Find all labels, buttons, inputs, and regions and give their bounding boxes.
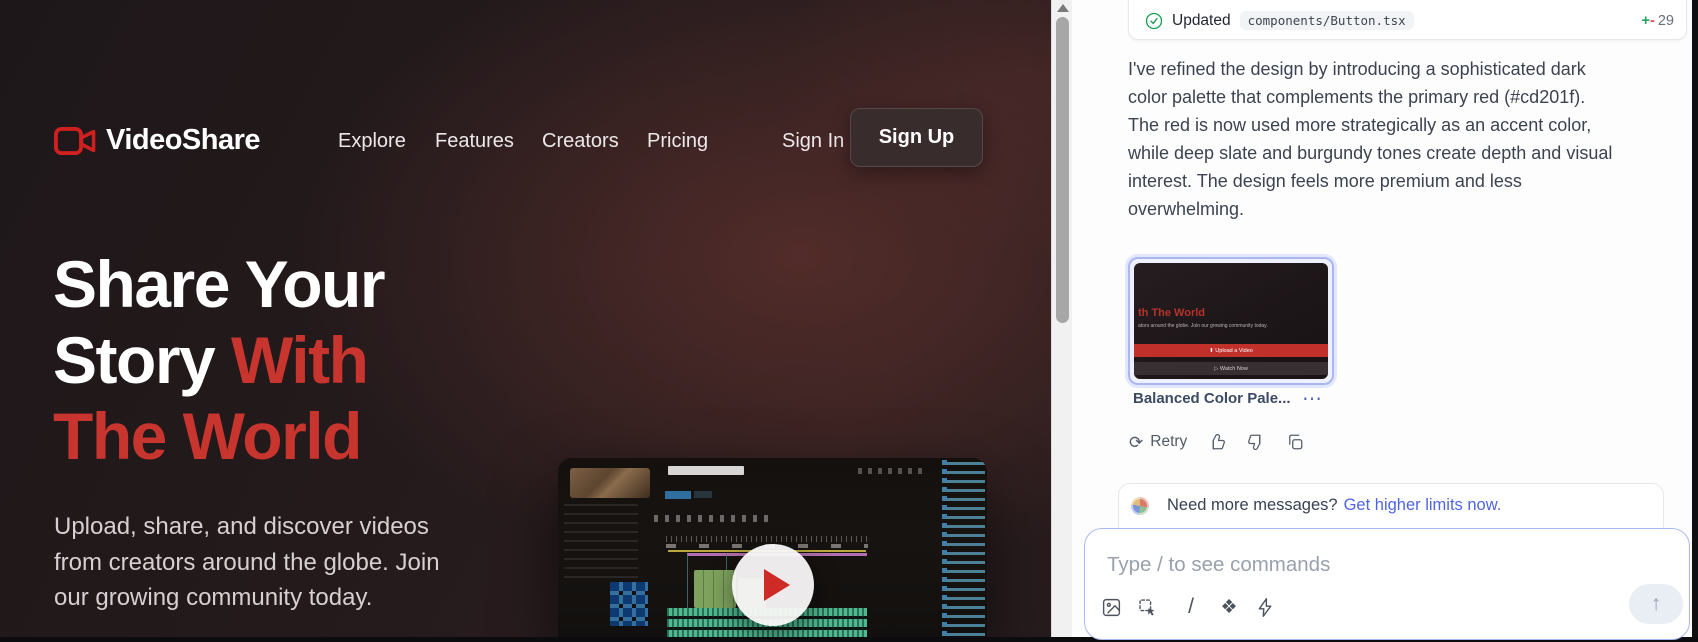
hero-line2-accent: With <box>231 323 367 397</box>
retry-label: Retry <box>1150 433 1187 451</box>
editor-timeline-ruler <box>666 536 868 542</box>
retry-button[interactable]: ⟳ Retry <box>1129 433 1187 451</box>
chat-input[interactable] <box>1107 549 1627 581</box>
image-icon <box>1101 597 1122 618</box>
sign-up-button[interactable]: Sign Up <box>850 108 983 167</box>
editor-icon-grid <box>610 582 648 626</box>
attach-image-button[interactable] <box>1099 597 1123 618</box>
mini-hero-heading: th The World <box>1138 307 1205 319</box>
chat-panel: Updated components/Button.tsx +-29 I've … <box>1072 0 1698 642</box>
status-label: Updated <box>1172 12 1231 30</box>
message-line: color palette that complements the prima… <box>1128 83 1698 111</box>
scrollbar-thumb[interactable] <box>1056 17 1069 323</box>
copy-button[interactable] <box>1286 433 1304 451</box>
hero-line1: Share Your <box>53 247 384 321</box>
editor-blue-buttons <box>665 491 691 499</box>
thumbs-up-icon <box>1208 433 1226 451</box>
mini-watch-button: ▷ Watch Now <box>1134 362 1328 375</box>
hero-tagline: Upload, share, and discover videos from … <box>54 509 440 616</box>
select-element-button[interactable] <box>1135 597 1159 618</box>
check-circle-icon <box>1145 12 1163 30</box>
editor-video-clips <box>694 570 736 608</box>
message-actions: ⟳ Retry <box>1129 433 1304 451</box>
message-line: I've refined the design by introducing a… <box>1128 55 1698 83</box>
play-button[interactable] <box>732 544 814 626</box>
file-update-row: Updated components/Button.tsx +-29 <box>1145 11 1674 30</box>
video-camera-icon <box>54 126 96 156</box>
tagline-line: from creators around the globe. Join <box>54 545 440 581</box>
diff-minus: - <box>1650 13 1655 29</box>
editor-source-thumbnail <box>570 468 650 498</box>
message-line: while deep slate and burgundy tones crea… <box>1128 139 1698 167</box>
composer-toolbar: / ❖ <box>1099 591 1289 623</box>
slash-command-button[interactable]: / <box>1179 595 1203 619</box>
window-right-edge <box>1692 0 1698 642</box>
hero-heading: Share Your Story With The World <box>53 246 384 474</box>
editor-toolbar-icons <box>654 515 770 522</box>
editor-dropdown <box>694 491 712 498</box>
assistant-message: I've refined the design by introducing a… <box>1128 55 1698 224</box>
version-thumbnail: th The World ators around the globe. Joi… <box>1134 263 1328 379</box>
editor-file-list <box>942 460 985 640</box>
editor-top-icons <box>858 468 928 474</box>
scrollbar-up-arrow-icon[interactable] <box>1057 4 1069 12</box>
hero-video-preview <box>558 458 987 642</box>
quick-actions-button[interactable] <box>1253 597 1277 618</box>
refresh-icon: ⟳ <box>1129 434 1143 451</box>
message-line: interest. The design feels more premium … <box>1128 167 1698 195</box>
lightning-icon <box>1255 597 1276 618</box>
hero-line2-white: Story <box>53 323 231 397</box>
editor-left-panel-rows <box>564 504 638 578</box>
diff-count: 29 <box>1658 13 1674 29</box>
tagline-line: our growing community today. <box>54 580 440 616</box>
hero-line3: The World <box>53 399 361 473</box>
diff-plus: + <box>1642 13 1650 29</box>
vertical-scrollbar[interactable] <box>1051 0 1072 642</box>
nav-link-creators[interactable]: Creators <box>542 130 619 153</box>
thumbs-down-button[interactable] <box>1247 433 1265 451</box>
send-arrow-icon: ↑ <box>1651 592 1662 616</box>
send-button[interactable]: ↑ <box>1629 584 1683 624</box>
brand-name: VideoShare <box>106 124 260 157</box>
version-menu-ellipsis-icon[interactable]: ⋯ <box>1302 386 1323 411</box>
message-line: overwhelming. <box>1128 195 1698 223</box>
nav-link-explore[interactable]: Explore <box>338 130 406 153</box>
sign-in-link[interactable]: Sign In <box>782 130 844 153</box>
thumbs-down-icon <box>1247 433 1265 451</box>
mini-upload-button: ⬆ Upload a Video <box>1134 344 1328 357</box>
version-title[interactable]: Balanced Color Pale... <box>1133 390 1291 407</box>
diff-stats: +-29 <box>1642 13 1674 29</box>
file-path-chip: components/Button.tsx <box>1240 11 1414 30</box>
limits-text: Need more messages? <box>1167 496 1338 515</box>
limits-banner-row: Need more messages? Get higher limits no… <box>1131 496 1501 515</box>
blocks-button[interactable]: ❖ <box>1217 596 1241 619</box>
editor-file-list-icons <box>942 460 947 640</box>
tagline-line: Upload, share, and discover videos <box>54 509 440 545</box>
composer: / ❖ ↑ <box>1084 528 1690 640</box>
select-cursor-icon <box>1137 597 1158 618</box>
nav-link-features[interactable]: Features <box>435 130 514 153</box>
site-logo[interactable]: VideoShare <box>54 124 260 157</box>
editor-track-line <box>687 554 688 614</box>
usage-pie-icon <box>1131 497 1149 515</box>
version-preview-card[interactable]: th The World ators around the globe. Joi… <box>1128 257 1334 385</box>
file-update-card[interactable]: Updated components/Button.tsx +-29 <box>1128 0 1687 40</box>
mini-tagline: ators around the globe. Join our growing… <box>1138 323 1268 329</box>
thumbs-up-button[interactable] <box>1208 433 1226 451</box>
get-higher-limits-link[interactable]: Get higher limits now. <box>1344 496 1502 515</box>
copy-icon <box>1286 433 1304 451</box>
nav-link-pricing[interactable]: Pricing <box>647 130 708 153</box>
screenshot-root: VideoShare Explore Features Creators Pri… <box>0 0 1698 642</box>
site-preview: VideoShare Explore Features Creators Pri… <box>0 0 1051 642</box>
message-line: The red is now used more strategically a… <box>1128 111 1698 139</box>
editor-title-strip <box>668 466 744 475</box>
